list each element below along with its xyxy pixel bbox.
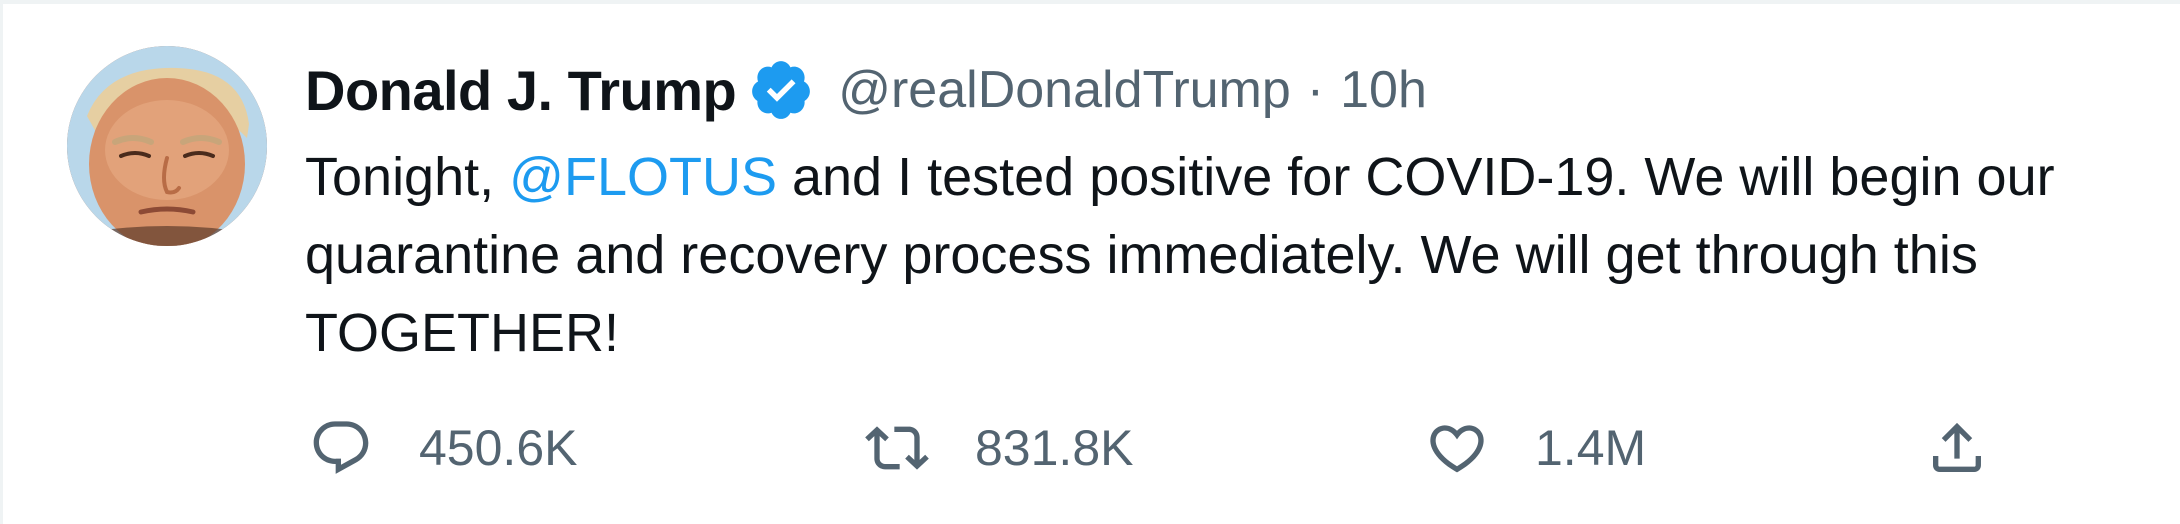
retweet-icon <box>865 426 929 470</box>
tweet-timestamp[interactable]: 10h <box>1340 60 1427 120</box>
share-icon <box>1933 422 1981 472</box>
reply-count: 450.6K <box>419 420 578 476</box>
heart-icon <box>1430 425 1484 473</box>
verified-badge-icon <box>752 61 811 119</box>
author-name[interactable]: Donald J. Trump <box>305 58 737 123</box>
reply-icon <box>313 421 369 474</box>
like-button[interactable]: 1.4M <box>1425 408 1646 488</box>
tweet-header: Donald J. Trump @realDonaldTrump · 10h <box>305 50 1427 130</box>
share-button[interactable] <box>1925 408 1989 488</box>
tweet-text: Tonight, @FLOTUS and I tested positive f… <box>305 138 2165 372</box>
retweet-count: 831.8K <box>975 420 1134 476</box>
mention-link[interactable]: @FLOTUS <box>509 147 777 207</box>
retweet-button[interactable]: 831.8K <box>865 408 1133 488</box>
tweet-actions: 450.6K 831.8K 1.4M <box>305 408 2025 488</box>
avatar[interactable] <box>67 46 267 246</box>
reply-button[interactable]: 450.6K <box>309 408 577 488</box>
tweet-card[interactable]: Donald J. Trump @realDonaldTrump · 10h T… <box>0 0 2180 524</box>
profile-photo-icon <box>67 46 267 246</box>
author-handle[interactable]: @realDonaldTrump <box>838 60 1291 120</box>
tweet-text-part: Tonight, <box>305 147 510 207</box>
header-separator: · <box>1306 61 1325 119</box>
like-count: 1.4M <box>1535 420 1647 476</box>
